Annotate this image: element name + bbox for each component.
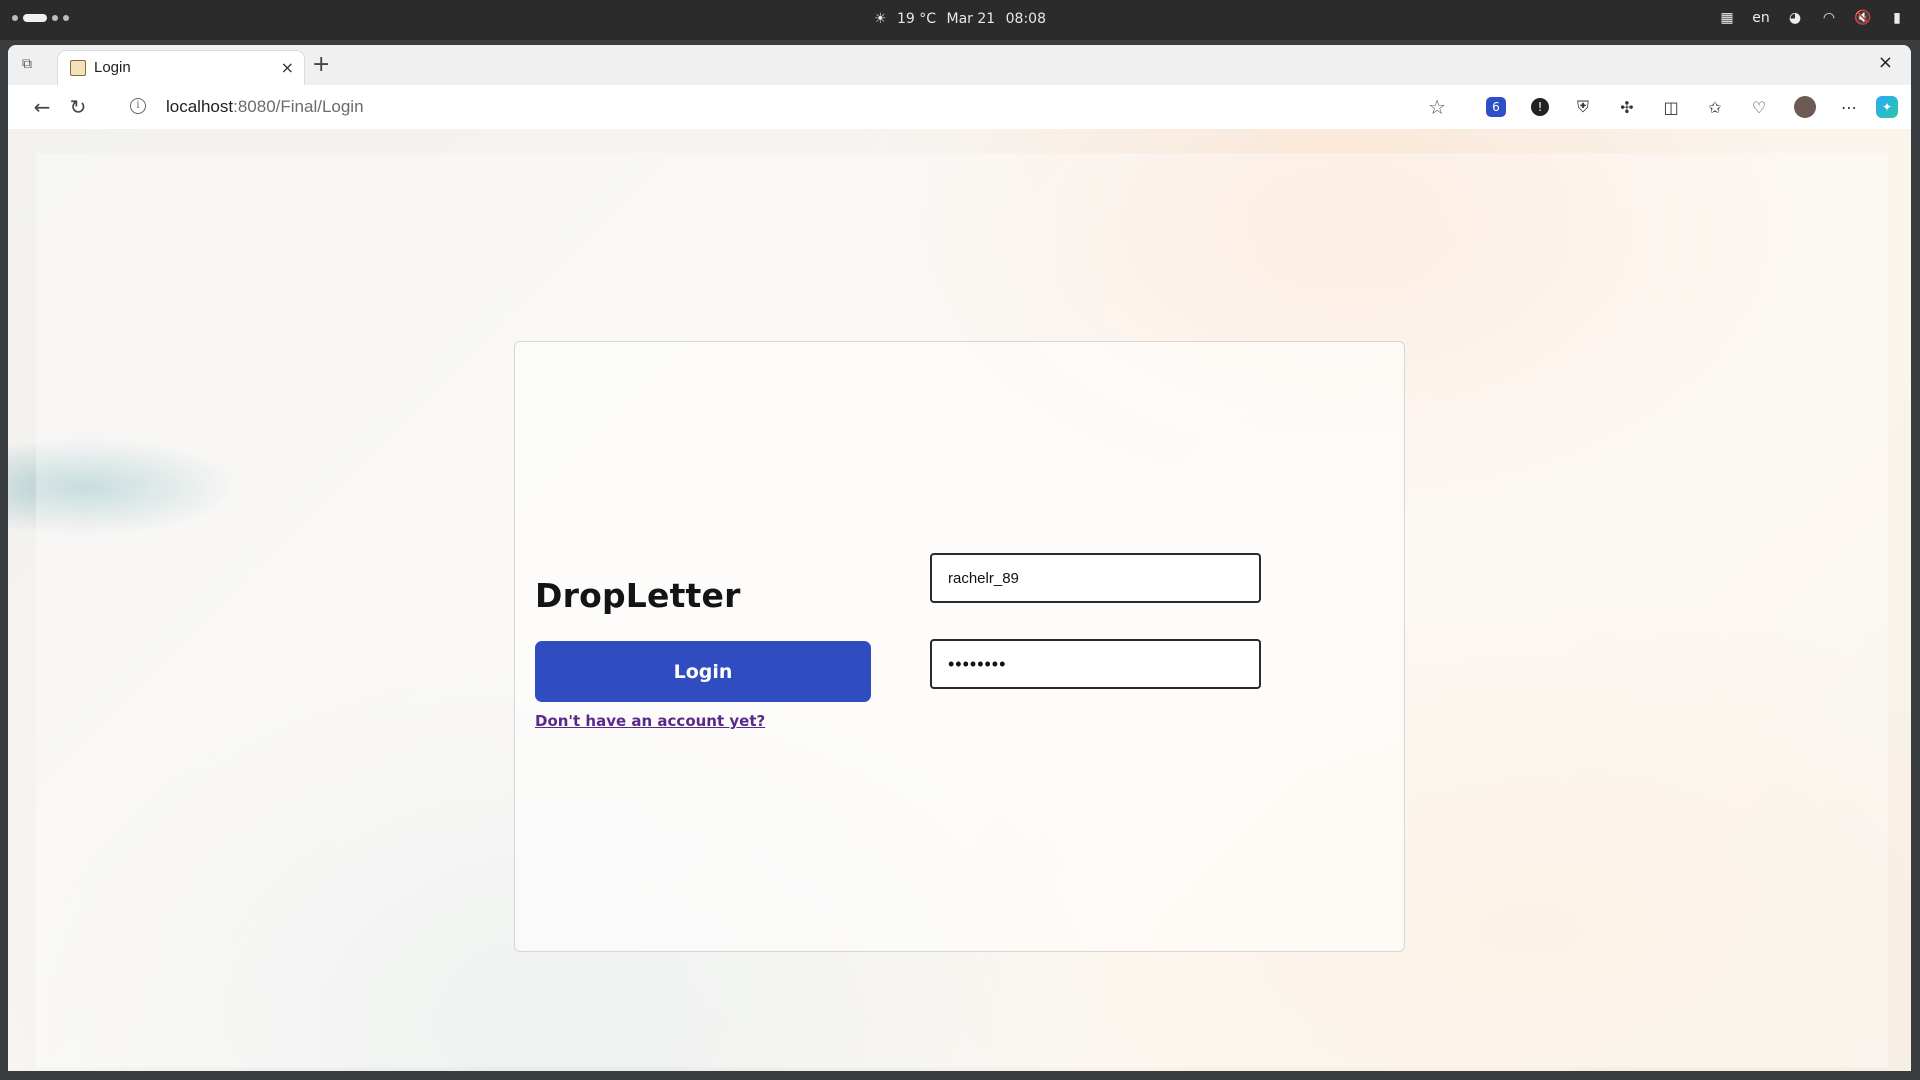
signup-link[interactable]: Don't have an account yet? bbox=[535, 712, 765, 730]
time-label: 08:08 bbox=[1005, 11, 1046, 27]
profile-avatar[interactable] bbox=[1794, 96, 1816, 118]
reload-icon[interactable]: ↻ bbox=[66, 95, 90, 119]
date-label: Mar 21 bbox=[946, 11, 996, 27]
system-top-bar: ☀ 19 °C Mar 21 08:08 ▦ en ◕ ◠ 🔇 ▮ bbox=[0, 0, 1920, 40]
browser-essentials-icon[interactable]: ♡ bbox=[1748, 96, 1770, 118]
extension-tray-icon[interactable]: ◕ bbox=[1786, 10, 1804, 26]
weather-temperature: 19 °C bbox=[897, 11, 937, 27]
weather-sun-icon: ☀ bbox=[873, 11, 887, 27]
new-tab-button[interactable]: + bbox=[312, 52, 330, 77]
wifi-icon[interactable]: ◠ bbox=[1820, 10, 1838, 26]
login-card: DropLetter Login Don't have an account y… bbox=[514, 341, 1405, 952]
url-text: localhost:8080/Final/Login bbox=[166, 97, 364, 117]
copilot-icon[interactable]: ✦ bbox=[1876, 96, 1898, 118]
username-input[interactable] bbox=[930, 553, 1261, 603]
ublock-extension-icon[interactable]: ⛨ bbox=[1572, 96, 1594, 118]
split-screen-icon[interactable]: ◫ bbox=[1660, 96, 1682, 118]
tab-strip: ⧉ Login × + × bbox=[8, 45, 1911, 85]
brand-title: DropLetter bbox=[535, 576, 741, 615]
url-host: localhost bbox=[166, 97, 234, 116]
password-input[interactable] bbox=[930, 639, 1261, 689]
window-close-button[interactable]: × bbox=[1878, 52, 1893, 73]
browser-window: ⧉ Login × + × ← ↻ i localhost:8080/Final… bbox=[8, 45, 1911, 1071]
extensions-puzzle-icon[interactable]: ✣ bbox=[1616, 96, 1638, 118]
language-indicator[interactable]: en bbox=[1752, 10, 1770, 26]
tab-favicon-icon bbox=[70, 60, 86, 76]
back-arrow-icon[interactable]: ← bbox=[30, 95, 54, 119]
favorite-star-icon[interactable]: ☆ bbox=[1428, 95, 1446, 119]
more-options-icon[interactable]: ⋯ bbox=[1838, 96, 1860, 118]
tab-actions-icon[interactable]: ⧉ bbox=[22, 56, 42, 74]
clock-area[interactable]: ☀ 19 °C Mar 21 08:08 bbox=[0, 11, 1920, 27]
favorites-icon[interactable]: ✩ bbox=[1704, 96, 1726, 118]
tab-close-icon[interactable]: × bbox=[281, 58, 294, 77]
battery-icon[interactable]: ▮ bbox=[1888, 10, 1906, 26]
login-button[interactable]: Login bbox=[535, 641, 871, 702]
browser-toolbar: ← ↻ i localhost:8080/Final/Login ☆ 6 ! ⛨… bbox=[8, 85, 1911, 130]
tab-login[interactable]: Login × bbox=[58, 51, 304, 85]
address-bar[interactable]: i localhost:8080/Final/Login ☆ bbox=[108, 91, 1458, 123]
volume-muted-icon[interactable]: 🔇 bbox=[1854, 10, 1872, 26]
extension-badge-icon[interactable]: 6 bbox=[1486, 97, 1506, 117]
password-manager-icon[interactable]: ! bbox=[1531, 98, 1549, 116]
url-path: :8080/Final/Login bbox=[233, 97, 364, 116]
site-info-icon[interactable]: i bbox=[130, 98, 146, 114]
page-viewport: DropLetter Login Don't have an account y… bbox=[8, 129, 1911, 1071]
window-layout-icon[interactable]: ▦ bbox=[1718, 10, 1736, 26]
tab-title: Login bbox=[94, 59, 131, 76]
